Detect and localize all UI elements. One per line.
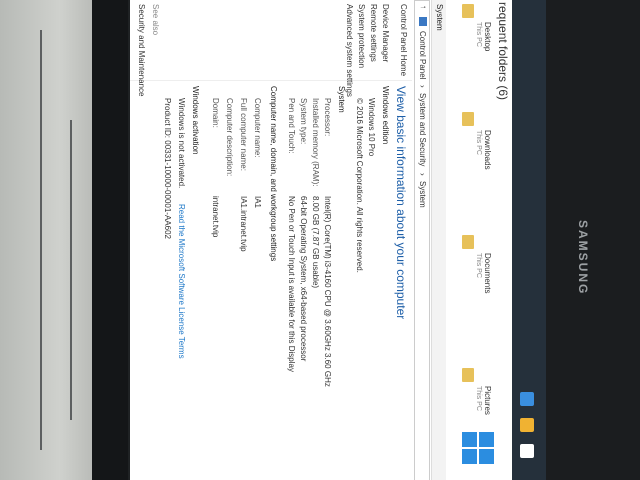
sidebar-home[interactable]: Control Panel Home: [399, 4, 408, 76]
folder-location: This PC: [475, 386, 482, 411]
activation-status: Windows is not activated.: [177, 98, 186, 189]
processor-label: Processor:: [323, 98, 332, 137]
taskbar: [512, 0, 546, 480]
up-arrow-icon[interactable]: ↑: [419, 5, 428, 9]
monitor-brand-logo: SAMSUNG: [576, 220, 590, 296]
folder-icon: [462, 235, 474, 249]
frequent-folders-title: requent folders (6): [496, 2, 510, 101]
folder-location: This PC: [475, 130, 482, 155]
window-frame-line: [40, 30, 42, 450]
folder-icon: [462, 368, 474, 382]
edition-heading: Windows edition: [381, 86, 390, 145]
see-also-security-maintenance[interactable]: Security and Maintenance: [137, 4, 146, 97]
folder-downloads[interactable]: Downloads This PC: [446, 112, 494, 172]
monitor-bezel-top: [92, 0, 128, 480]
folder-pictures[interactable]: Pictures This PC: [446, 368, 494, 428]
system-heading: System: [337, 86, 346, 113]
pen-touch-label: Pen and Touch:: [287, 98, 296, 154]
license-terms-link[interactable]: Read the Microsoft Software License Term…: [177, 204, 186, 359]
window-title: System: [435, 4, 444, 31]
sidebar-item-device-manager[interactable]: Device Manager: [381, 4, 390, 62]
windows-logo-icon: [460, 432, 494, 466]
sidebar-item-advanced-settings[interactable]: Advanced system settings: [345, 4, 354, 97]
domain-value: intranet.tvip: [211, 196, 220, 238]
domain-label: Domain:: [211, 98, 220, 128]
folder-name: Downloads: [483, 130, 492, 170]
copyright-text: © 2016 Microsoft Corporation. All rights…: [355, 98, 364, 273]
ram-value: 8.00 GB (7.87 GB usable): [311, 196, 320, 289]
product-id: Product ID: 00331-10000-00001-AA602: [163, 98, 172, 239]
system-type-value: 64-bit Operating System, x64-based proce…: [299, 196, 308, 362]
file-explorer-icon[interactable]: [520, 418, 534, 432]
main-content: View basic information about your comput…: [130, 84, 494, 480]
computer-name-value: IA1: [253, 196, 262, 209]
window-titlebar: System: [431, 0, 446, 480]
computer-name-heading: Computer name, domain, and workgroup set…: [269, 86, 278, 262]
activation-heading: Windows activation: [191, 86, 200, 155]
computer-name-label: Computer name:: [253, 98, 262, 158]
sidebar-item-remote-settings[interactable]: Remote settings: [369, 4, 378, 62]
ram-label: Installed memory (RAM):: [311, 98, 320, 187]
windows-start-icon[interactable]: [520, 444, 534, 458]
folder-name: Pictures: [483, 386, 492, 415]
folder-desktop[interactable]: Desktop This PC: [446, 4, 494, 64]
edition-value: Windows 10 Pro: [367, 98, 376, 157]
folder-location: This PC: [475, 253, 482, 278]
page-title: View basic information about your comput…: [394, 86, 408, 320]
window-frame-line: [70, 120, 72, 420]
folder-location: This PC: [475, 22, 482, 47]
breadcrumb-system[interactable]: System: [418, 181, 427, 208]
folder-name: Desktop: [483, 22, 492, 52]
address-bar[interactable]: ↑ Control Panel › System and Security › …: [414, 0, 430, 480]
folder-documents[interactable]: Documents This PC: [446, 235, 494, 295]
photo-scene: requent folders (6) Desktop This PC Down…: [0, 0, 640, 480]
taskbar-app-icon[interactable]: [520, 392, 534, 406]
full-name-value: IA1.intranet.tvip: [239, 196, 248, 252]
see-also-heading: See also: [151, 4, 160, 36]
control-panel-icon: [419, 17, 427, 26]
pen-touch-value: No Pen or Touch Input is available for t…: [287, 196, 296, 372]
description-label: Computer description:: [225, 98, 234, 177]
monitor-screen: requent folders (6) Desktop This PC Down…: [130, 0, 512, 480]
sidebar: Control Panel Home Device Manager Remote…: [130, 0, 412, 97]
system-type-label: System type:: [299, 98, 308, 145]
breadcrumb-system-security[interactable]: System and Security: [418, 93, 427, 166]
folder-icon: [462, 4, 474, 18]
full-name-label: Full computer name:: [239, 98, 248, 171]
folder-icon: [462, 112, 474, 126]
breadcrumb-control-panel[interactable]: Control Panel: [418, 31, 427, 79]
processor-value: Intel(R) Core(TM) i3-4160 CPU @ 3.60GHz …: [323, 196, 332, 387]
sidebar-item-system-protection[interactable]: System protection: [357, 4, 366, 68]
folder-name: Documents: [483, 253, 492, 294]
